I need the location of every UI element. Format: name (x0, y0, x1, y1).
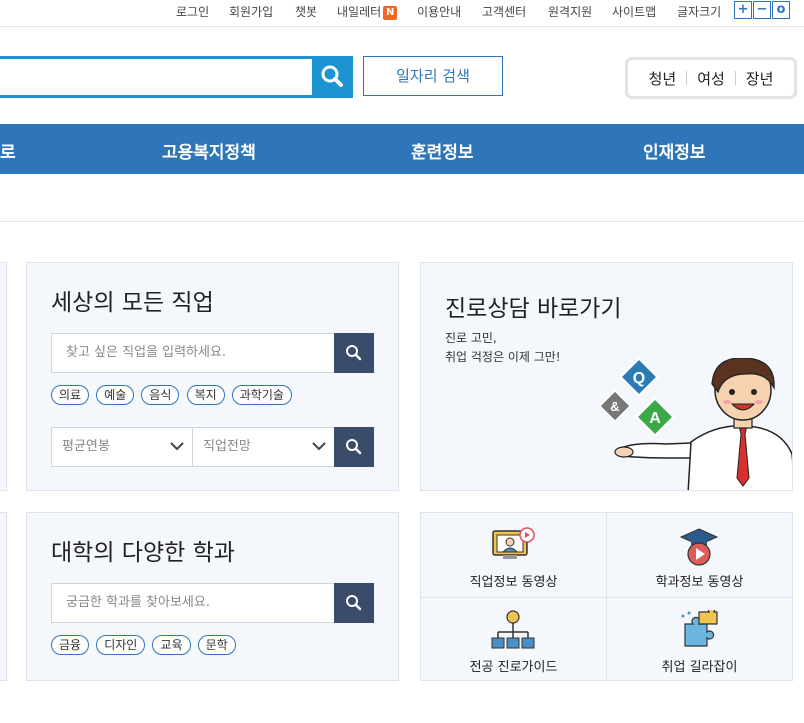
outlook-select-label: 직업전망 (203, 439, 251, 454)
shortcut-label: 취업 길라잡이 (661, 660, 738, 675)
job-search-button[interactable]: 일자리 검색 (363, 56, 503, 96)
job-tag-list: 의료 예술 음식 복지 과학기술 (51, 384, 294, 405)
majors-panel: 대학의 다양한 학과 궁금한 학과를 찾아보세요. 금융 디자인 교육 문학 (26, 512, 399, 681)
counsel-line-1: 진로 고민, (445, 331, 497, 345)
job-search-submit-button[interactable] (334, 333, 374, 373)
counsel-line-2: 취업 걱정은 이제 그만! (445, 350, 561, 364)
separator (686, 71, 688, 85)
nav-item-talent[interactable]: 인재정보 (643, 138, 706, 163)
shortcut-major-career-guide[interactable]: 전공 진로가이드 (421, 598, 606, 681)
org-chart-icon (491, 610, 535, 649)
salary-select-label: 평균연봉 (62, 439, 110, 454)
search-icon (346, 439, 362, 455)
job-tag[interactable]: 예술 (96, 385, 135, 405)
jobs-panel-title: 세상의 모든 직업 (51, 290, 214, 316)
font-decrease-button[interactable]: − (753, 1, 771, 19)
puzzle-icon (681, 610, 718, 647)
shortcut-label: 전공 진로가이드 (469, 660, 558, 675)
shortcut-job-video[interactable]: 직업정보 동영상 (421, 513, 606, 597)
counselor-illustration: Q & A (598, 358, 792, 490)
target-senior-link[interactable]: 장년 (746, 68, 774, 89)
salary-select[interactable]: 평균연봉 (51, 427, 193, 467)
nav-item-employment-welfare[interactable]: 고용복지정책 (162, 138, 256, 163)
svg-text:A: A (649, 410, 661, 427)
font-increase-button[interactable]: + (734, 1, 752, 19)
major-tag-list: 금융 디자인 교육 문학 (51, 634, 238, 655)
target-women-link[interactable]: 여성 (697, 68, 725, 89)
major-tag[interactable]: 문학 (197, 635, 236, 655)
shortcut-label: 학과정보 동영상 (655, 575, 744, 590)
nav-item-training[interactable]: 훈련정보 (411, 138, 474, 163)
nav-item-partial[interactable]: 로 (0, 138, 16, 163)
remote-support-link[interactable]: 원격지원 (548, 3, 592, 20)
search-icon (346, 595, 362, 611)
job-tag[interactable]: 음식 (141, 385, 180, 405)
video-monitor-icon (492, 527, 535, 559)
chatbot-link[interactable]: 챗봇 (295, 3, 317, 20)
job-tag[interactable]: 복지 (186, 385, 225, 405)
qa-icon: Q & A (598, 358, 675, 437)
main-nav: 로 고용복지정책 훈련정보 인재정보 (0, 124, 804, 174)
job-search-input[interactable]: 찾고 싶은 직업을 입력하세요. (51, 333, 335, 373)
newsletter-label: 내일레터 (337, 5, 382, 19)
job-tag[interactable]: 의료 (51, 385, 90, 405)
search-icon (346, 345, 362, 361)
shortcuts-panel: 직업정보 동영상 학과정보 동영상 전공 진로가이드 취업 길라잡이 (420, 512, 793, 681)
major-tag[interactable]: 교육 (152, 635, 191, 655)
jobs-panel: 세상의 모든 직업 찾고 싶은 직업을 입력하세요. 의료 예술 음식 복지 과… (26, 262, 399, 491)
search-icon (321, 65, 343, 87)
svg-text:Q: Q (633, 370, 645, 387)
chevron-down-icon (170, 442, 184, 451)
target-group-selector: 청년 여성 장년 (625, 57, 797, 99)
font-reset-button[interactable]: o (772, 1, 790, 19)
search-input[interactable] (0, 56, 315, 98)
outlook-select[interactable]: 직업전망 (192, 427, 335, 467)
sitemap-link[interactable]: 사이트맵 (612, 3, 656, 20)
major-tag[interactable]: 디자인 (96, 635, 146, 655)
shortcut-job-guide[interactable]: 취업 길라잡이 (607, 598, 792, 681)
font-size-label: 글자크기 (677, 5, 722, 19)
counsel-panel-title: 진로상담 바로가기 (445, 296, 622, 322)
chevron-down-icon (312, 442, 326, 451)
guide-link[interactable]: 이용안내 (417, 3, 461, 20)
newsletter-link[interactable]: 내일레터 N (337, 3, 398, 20)
major-tag[interactable]: 금융 (51, 635, 90, 655)
signup-link[interactable]: 회원가입 (229, 3, 273, 20)
major-search-submit-button[interactable] (334, 583, 374, 623)
job-filter-search-button[interactable] (334, 427, 374, 467)
new-badge: N (383, 6, 398, 20)
job-tag[interactable]: 과학기술 (231, 385, 292, 405)
login-link[interactable]: 로그인 (176, 3, 209, 20)
shortcut-major-video[interactable]: 학과정보 동영상 (607, 513, 792, 597)
customer-center-link[interactable]: 고객센터 (482, 3, 526, 20)
shortcut-label: 직업정보 동영상 (469, 575, 558, 590)
section-divider (0, 221, 804, 222)
utility-bar: 로그인 회원가입 챗봇 내일레터 N 이용안내 고객센터 원격지원 사이트맵 글자… (0, 0, 804, 27)
majors-panel-title: 대학의 다양한 학과 (51, 540, 235, 566)
graduation-play-icon (679, 528, 719, 566)
search-button[interactable] (312, 56, 353, 98)
major-search-input[interactable]: 궁금한 학과를 찾아보세요. (51, 583, 335, 623)
target-youth-link[interactable]: 청년 (649, 68, 677, 89)
separator (734, 71, 736, 85)
counsel-panel[interactable]: 진로상담 바로가기 진로 고민, 취업 걱정은 이제 그만! Q & A (420, 262, 793, 491)
partial-panel (0, 512, 7, 681)
svg-text:&: & (610, 399, 619, 414)
partial-panel (0, 262, 7, 491)
